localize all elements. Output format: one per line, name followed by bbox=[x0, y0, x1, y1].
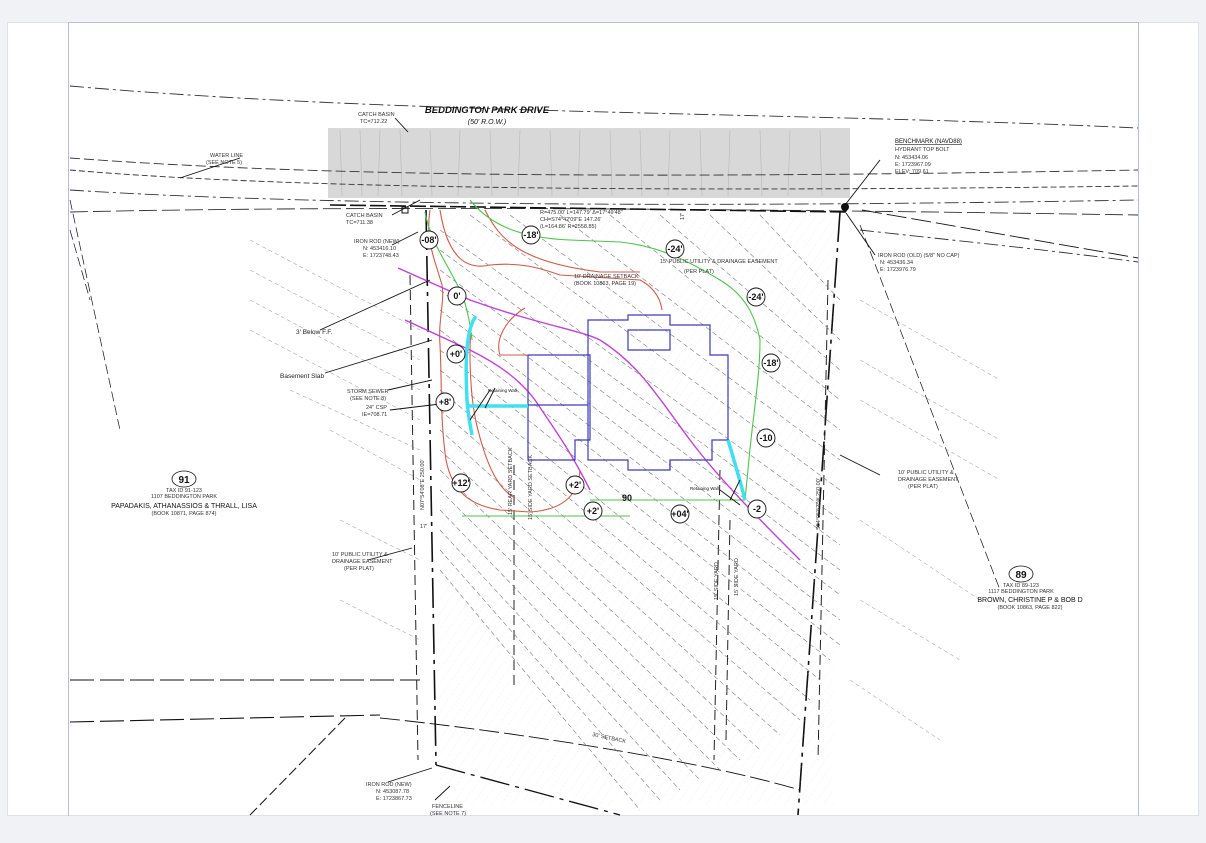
line-label-right-2: S04°05'52"W 250.00' bbox=[816, 478, 822, 530]
benchmark-title: BENCHMARK (NAVD88) bbox=[895, 139, 962, 145]
dim-17-top: 17' bbox=[680, 213, 686, 220]
lot-89-ref: (BOOK 10863, PAGE 822) bbox=[997, 605, 1062, 611]
fence-line-ref: (SEE NOTE 7) bbox=[430, 811, 466, 817]
iron-rod-bottom: IRON ROD (NEW) bbox=[366, 782, 412, 788]
svg-text:-18': -18' bbox=[763, 358, 778, 368]
storm-sewer-ref: (SEE NOTE 8) bbox=[350, 396, 386, 402]
grade-marker: -18' bbox=[761, 353, 781, 373]
grade-marker: -08' bbox=[419, 230, 439, 250]
benchmark-e: E: 1723967.09 bbox=[895, 162, 931, 168]
retaining-wall-right-label: Retaining Wall bbox=[690, 486, 719, 491]
easement-left: 10' PUBLIC UTILITY & bbox=[332, 552, 388, 558]
storm-invert: 24" CSP bbox=[366, 405, 387, 411]
grade-marker: 0' bbox=[447, 286, 467, 306]
curve-data-1: R=475.00' L=147.79' Δ=17°49'48" bbox=[540, 210, 623, 216]
catch-basin-top: CATCH BASIN bbox=[358, 112, 395, 118]
lot-91-label: 91 TAX ID 91-123 1107 BEDDINGTON PARK PA… bbox=[111, 470, 257, 517]
lot-hatch bbox=[440, 215, 835, 805]
catch-basin-left-elev: TC=711.38 bbox=[346, 220, 373, 226]
svg-text:-18': -18' bbox=[523, 230, 538, 240]
benchmark-marker bbox=[841, 203, 849, 211]
iron-rod-right: IRON ROD (OLD) (5/8" NO CAP) bbox=[878, 253, 960, 259]
lot-89-owner: BROWN, CHRISTINE P & BOB D bbox=[977, 597, 1082, 604]
easement-left-ref: (PER PLAT) bbox=[344, 566, 374, 572]
iron-rod-bottom-e: E: 1723867.73 bbox=[376, 796, 412, 802]
grade-marker: -18' bbox=[521, 225, 541, 245]
dim-90: 90 bbox=[622, 493, 632, 503]
line-label-right-1: 15' SIDE YARD bbox=[714, 562, 720, 600]
storm-invert-elev: IE=708.71 bbox=[362, 412, 387, 418]
lot-89-address: 1117 BEDDINGTON PARK bbox=[988, 589, 1054, 595]
iron-rod-left: IRON ROD (NEW) bbox=[354, 239, 400, 245]
svg-text:+2': +2' bbox=[569, 480, 581, 490]
road-name: BEDDINGTON PARK DRIVE bbox=[425, 105, 550, 116]
iron-rod-right-n: N: 453436.34 bbox=[880, 260, 913, 266]
curve-data-2: CH=S74°42'09"E 147.26' bbox=[540, 217, 601, 223]
grade-marker: -24' bbox=[746, 287, 766, 307]
grade-marker: +8' bbox=[435, 392, 455, 412]
storm-sewer: STORM SEWER bbox=[347, 389, 388, 395]
svg-text:+12': +12' bbox=[452, 478, 469, 488]
svg-text:-2: -2 bbox=[753, 504, 761, 514]
line-label-mid-left: 15' REAR YARD SETBACK bbox=[508, 447, 514, 515]
svg-text:+04': +04' bbox=[671, 509, 688, 519]
svg-text:-24': -24' bbox=[748, 292, 763, 302]
lot-89-number: 89 bbox=[1015, 570, 1027, 581]
line-label-mid-right: 15' SIDE YARD SETBACK bbox=[528, 455, 534, 520]
grade-marker: +04' bbox=[670, 504, 690, 524]
grade-marker: -2 bbox=[747, 499, 767, 519]
line-label-right-1b: 15' SIDE YARD bbox=[734, 558, 740, 596]
grade-marker: -10 bbox=[756, 428, 776, 448]
line-label-left: N07°54'08"E 250.00' bbox=[420, 459, 426, 510]
basement-slab: Basement Slab bbox=[280, 373, 324, 380]
road-row: (50' R.O.W.) bbox=[468, 119, 506, 126]
svg-text:-10: -10 bbox=[759, 433, 772, 443]
retaining-wall-left-label: Retaining Wall bbox=[488, 388, 517, 393]
catch-basin-top-elev: TC=712.22 bbox=[360, 119, 387, 125]
restriction-note: 10' DRAINAGE SETBACK bbox=[574, 274, 639, 280]
svg-text:-08': -08' bbox=[421, 235, 436, 245]
road-pavement bbox=[328, 128, 850, 198]
curve-data-3: (L=164.86' R=2558.85) bbox=[540, 224, 597, 230]
easement-center-ref: (PER PLAT) bbox=[684, 269, 714, 275]
svg-text:-24': -24' bbox=[667, 244, 682, 254]
benchmark-n: N: 453434.06 bbox=[895, 155, 928, 161]
catch-basin-left: CATCH BASIN bbox=[346, 213, 383, 219]
fence-line: FENCELINE bbox=[432, 804, 463, 810]
iron-rod-left-e: E: 1723748.43 bbox=[363, 253, 399, 259]
water-line-ref: (SEE NOTE 5) bbox=[206, 160, 242, 166]
svg-text:+8': +8' bbox=[439, 397, 451, 407]
svg-text:+2': +2' bbox=[587, 506, 599, 516]
grade-marker: -24' bbox=[665, 239, 685, 259]
site-plan-drawing: BEDDINGTON PARK DRIVE (50' R.O.W.) CATCH… bbox=[69, 85, 1139, 817]
lot-91-ref: (BOOK 10871, PAGE 874) bbox=[151, 511, 216, 517]
grade-marker: +0' bbox=[446, 344, 466, 364]
easement-right: 10' PUBLIC UTILITY & bbox=[898, 470, 954, 476]
easement-left-2: DRAINAGE EASEMENT bbox=[332, 559, 393, 565]
svg-text:+0': +0' bbox=[450, 349, 462, 359]
benchmark-desc: HYDRANT TOP BOLT bbox=[895, 147, 950, 153]
iron-rod-right-e: E: 1723976.79 bbox=[880, 267, 916, 273]
water-line-note: WATER LINE bbox=[210, 153, 243, 159]
lot-91-address: 1107 BEDDINGTON PARK bbox=[151, 494, 217, 500]
three-below-ff: 3' Below F.F. bbox=[296, 329, 332, 336]
benchmark-elev: ELEV: 709.61 bbox=[895, 169, 929, 175]
lot-91-owner: PAPADAKIS, ATHANASSIOS & THRALL, LISA bbox=[111, 503, 257, 510]
iron-rod-bottom-n: N: 453087.78 bbox=[376, 789, 409, 795]
lot-91-number: 91 bbox=[178, 475, 190, 486]
iron-rod-left-n: N: 453416.10 bbox=[363, 246, 396, 252]
svg-text:0': 0' bbox=[453, 291, 460, 301]
grade-marker: +2' bbox=[583, 501, 603, 521]
easement-center: 15' PUBLIC UTILITY & DRAINAGE EASEMENT bbox=[660, 259, 778, 265]
document-viewer: BEDDINGTON PARK DRIVE (50' R.O.W.) CATCH… bbox=[0, 0, 1206, 843]
grade-marker: +12' bbox=[451, 473, 471, 493]
dim-17-left: 17' bbox=[420, 524, 427, 530]
restriction-ref: (BOOK 10863, PAGE 19) bbox=[574, 281, 636, 287]
easement-right-ref: (PER PLAT) bbox=[908, 484, 938, 490]
grade-marker: +2' bbox=[565, 475, 585, 495]
easement-right-2: DRAINAGE EASEMENT bbox=[898, 477, 959, 483]
